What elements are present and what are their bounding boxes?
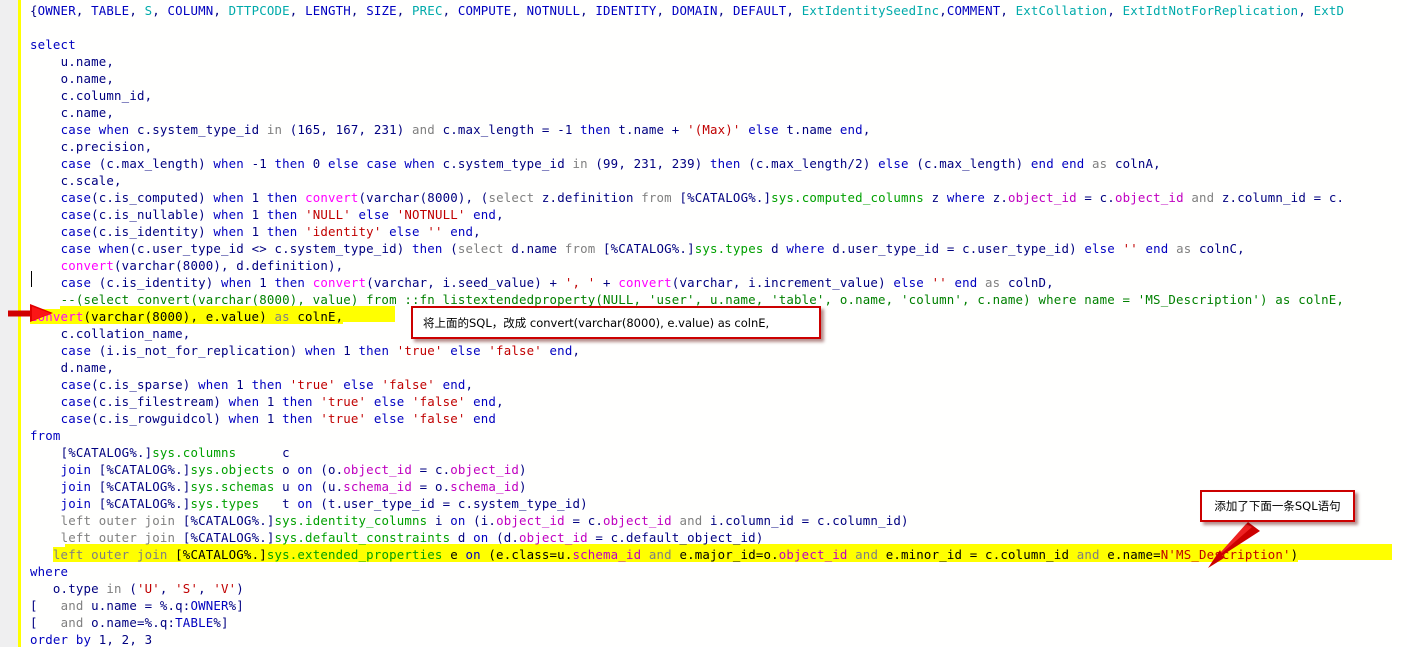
annotation-text-add-sql: 添加了下面一条SQL语句 <box>1214 499 1341 513</box>
code-line: [ and u.name = %.q:OWNER%] <box>30 598 244 613</box>
code-line: [%CATALOG%.]sys.columns c <box>60 445 290 460</box>
code-line: left outer join [%CATALOG%.]sys.default_… <box>60 530 764 545</box>
code-line: case (c.max_length) when -1 then 0 else … <box>60 156 1161 171</box>
code-line: case when(c.user_type_id <> c.system_typ… <box>60 241 1245 256</box>
code-line: join [%CATALOG%.]sys.objects o on (o.obj… <box>60 462 527 477</box>
code-line: o.name, <box>60 71 115 86</box>
sql-editor-window: {OWNER, TABLE, S, COLUMN, DTTPCODE, LENG… <box>0 0 1407 647</box>
code-line: case(c.is_computed) when 1 then convert(… <box>60 190 1345 205</box>
code-line-from: from <box>30 428 61 443</box>
annotation-callout-add-sql: 添加了下面一条SQL语句 <box>1200 490 1355 522</box>
code-line-header: {OWNER, TABLE, S, COLUMN, DTTPCODE, LENG… <box>30 3 1345 18</box>
code-line: c.precision, <box>60 139 153 154</box>
code-line: case(c.is_identity) when 1 then 'identit… <box>60 224 481 239</box>
code-line: join [%CATALOG%.]sys.schemas u on (u.sch… <box>60 479 527 494</box>
code-line: c.column_id, <box>60 88 153 103</box>
code-line: o.type in ('U', 'S', 'V') <box>52 581 244 596</box>
code-line: case (i.is_not_for_replication) when 1 t… <box>60 343 581 358</box>
editor-gutter <box>0 0 18 647</box>
code-line: d.name, <box>60 360 115 375</box>
code-line: case(c.is_nullable) when 1 then 'NULL' e… <box>60 207 504 222</box>
annotation-text-convert: 将上面的SQL，改成 convert(varchar(8000), e.valu… <box>423 315 770 330</box>
code-line: c.collation_name, <box>60 326 191 341</box>
text-caret <box>31 271 32 287</box>
code-line-highlighted-extended-join[interactable]: left outer join [%CATALOG%.]sys.extended… <box>30 546 1299 563</box>
code-line: case(c.is_sparse) when 1 then 'true' els… <box>60 377 474 392</box>
code-line: c.scale, <box>60 173 122 188</box>
code-line: case(c.is_rowguidcol) when 1 then 'true'… <box>60 411 497 426</box>
annotation-callout-convert: 将上面的SQL，改成 convert(varchar(8000), e.valu… <box>411 306 821 339</box>
code-line: join [%CATALOG%.]sys.types t on (t.user_… <box>60 496 588 511</box>
code-line: case when c.system_type_id in (165, 167,… <box>60 122 871 137</box>
red-arrow-left-icon <box>8 304 53 322</box>
code-line: c.name, <box>60 105 115 120</box>
code-line-highlighted-convert[interactable]: convert(varchar(8000), e.value) as colnE… <box>30 308 344 325</box>
code-line: u.name, <box>60 54 115 69</box>
code-line: case (c.is_identity) when 1 then convert… <box>60 275 1054 290</box>
code-line: left outer join [%CATALOG%.]sys.identity… <box>60 513 909 528</box>
code-line-where: where <box>30 564 69 579</box>
code-line: [ and o.name=%.q:TABLE%] <box>30 615 229 630</box>
code-text[interactable]: {OWNER, TABLE, S, COLUMN, DTTPCODE, LENG… <box>21 0 1344 647</box>
code-line: convert(varchar(8000), d.definition), <box>60 258 344 273</box>
code-line-select: select <box>30 37 76 52</box>
code-line: case(c.is_filestream) when 1 then 'true'… <box>60 394 504 409</box>
code-line-orderby: order by 1, 2, 3 <box>30 632 153 647</box>
